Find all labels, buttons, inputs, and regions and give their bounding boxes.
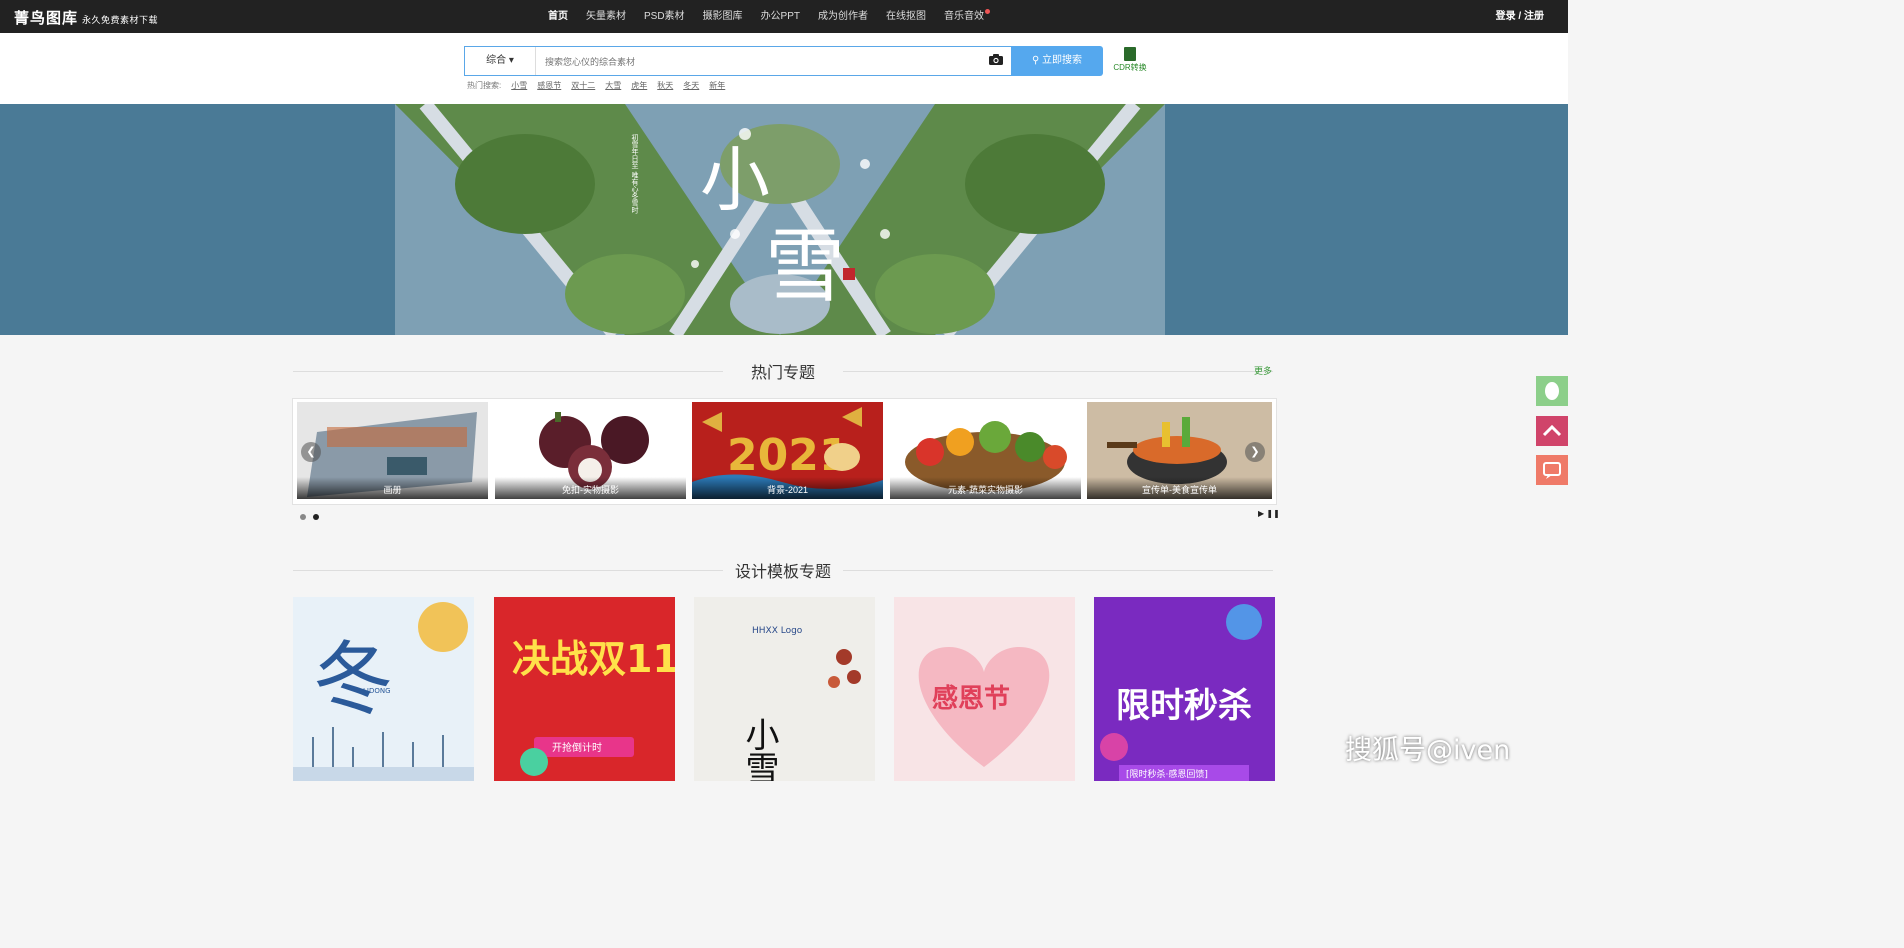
nav-creator[interactable]: 成为创作者 — [818, 0, 868, 33]
nav-vector[interactable]: 矢量素材 — [586, 0, 626, 33]
carousel-controls: ▶ ❚❚ — [1258, 509, 1280, 518]
template-subtitle: [限时秒杀·感恩回馈] — [1126, 768, 1208, 780]
hero-banner[interactable]: 小 雪 初雪年日至 唯有心冬雪时 — [0, 104, 1568, 335]
template-card[interactable]: 感恩节 — [894, 597, 1075, 781]
pause-icon[interactable]: ❚❚ — [1266, 509, 1279, 518]
watermark: 搜狐号@iven — [1345, 735, 1511, 766]
template-title: 冬 — [313, 633, 393, 726]
back-to-top-button[interactable] — [1536, 416, 1568, 446]
camera-icon[interactable] — [989, 54, 1003, 65]
topic-card[interactable]: 免扣-实物摄影 — [495, 402, 686, 499]
hot-keyword[interactable]: 感恩节 — [537, 80, 561, 91]
notification-dot — [985, 9, 991, 14]
banner-poem: 初雪年日至 唯有心冬雪时 — [631, 133, 639, 213]
template-title: 限时秒杀 — [1116, 686, 1252, 726]
topic-card[interactable]: 元素-蔬菜实物摄影 — [890, 402, 1081, 499]
hot-keyword[interactable]: 虎年 — [631, 80, 647, 91]
search-button[interactable]: ⚲ 立即搜索 — [1011, 46, 1103, 76]
search-icon: ⚲ — [1031, 55, 1040, 66]
top-navbar: 菁鸟图库 永久免费素材下载 首页 矢量素材 PSD素材 摄影图库 办公PPT 成为… — [0, 0, 1568, 33]
cdr-convert-button[interactable]: CDR转换 — [1112, 47, 1148, 73]
logo-subtitle: 永久免费素材下载 — [82, 16, 159, 26]
template-image: HHXX Logo 小雪 — [694, 597, 875, 781]
cdr-label: CDR转换 — [1113, 63, 1147, 72]
hot-keyword[interactable]: 大雪 — [605, 80, 621, 91]
chevron-up-icon — [1542, 424, 1562, 437]
logo-text: 菁鸟图库 — [14, 9, 79, 27]
template-card[interactable]: HHXX Logo 小雪 — [694, 597, 875, 781]
topic-caption: 元素-蔬菜实物摄影 — [890, 477, 1081, 499]
template-subtitle: LIDONG — [363, 687, 391, 695]
template-subtitle: HHXX Logo — [752, 626, 803, 636]
hot-keyword[interactable]: 秋天 — [657, 80, 673, 91]
carousel-dot[interactable] — [300, 514, 306, 520]
qq-service-button[interactable] — [1536, 376, 1568, 406]
topic-caption: 画册 — [297, 477, 488, 499]
hot-topics-carousel: 画册 免扣-实物摄影 2021 背景-2021 元素-蔬菜实物摄影 宣传单-美食… — [292, 398, 1277, 505]
hot-keyword[interactable]: 冬天 — [683, 80, 699, 91]
cdr-icon — [1124, 47, 1136, 61]
feedback-button[interactable] — [1536, 455, 1568, 485]
site-logo[interactable]: 菁鸟图库 永久免费素材下载 — [14, 7, 158, 28]
search-area: 综合 ▾ ⚲ 立即搜索 CDR转换 热门搜索: 小雪 感恩节 双十二 大雪 虎年… — [0, 33, 1568, 104]
template-image: 限时秒杀 [限时秒杀·感恩回馈] — [1094, 597, 1275, 781]
topic-card[interactable]: 画册 — [297, 402, 488, 499]
template-image: 冬 LIDONG — [293, 597, 474, 781]
template-title: 感恩节 — [932, 684, 1010, 714]
banner-char-2: 雪 — [765, 220, 845, 313]
main-nav: 首页 矢量素材 PSD素材 摄影图库 办公PPT 成为创作者 在线抠图 音乐音效 — [548, 0, 1002, 33]
carousel-next-button[interactable]: ❯ — [1245, 442, 1265, 462]
template-image: 决战双11 开抢倒计时 — [494, 597, 675, 781]
topic-caption: 宣传单-美食宣传单 — [1087, 477, 1272, 499]
login-register-link[interactable]: 登录 / 注册 — [1496, 0, 1544, 33]
nav-cutout[interactable]: 在线抠图 — [886, 0, 926, 33]
nav-home[interactable]: 首页 — [548, 0, 568, 33]
template-image: 感恩节 — [894, 597, 1075, 781]
hot-topics-title: 热门专题 — [293, 359, 1273, 383]
template-topics-title: 设计模板专题 — [293, 558, 1273, 582]
hot-searches: 热门搜索: 小雪 感恩节 双十二 大雪 虎年 秋天 冬天 新年 — [467, 80, 725, 91]
nav-music[interactable]: 音乐音效 — [944, 0, 991, 33]
nav-psd[interactable]: PSD素材 — [644, 0, 685, 33]
search-box: 综合 ▾ — [464, 46, 1012, 76]
hot-keyword[interactable]: 新年 — [709, 80, 725, 91]
banner-char-1: 小 — [700, 139, 770, 221]
carousel-dot[interactable] — [313, 514, 319, 520]
qq-icon — [1545, 382, 1559, 400]
chevron-right-icon: ❯ — [1250, 446, 1260, 458]
search-button-label: 立即搜索 — [1042, 55, 1083, 66]
nav-ppt[interactable]: 办公PPT — [761, 0, 800, 33]
nav-music-label: 音乐音效 — [944, 11, 985, 22]
search-category-select[interactable]: 综合 ▾ — [465, 47, 536, 75]
nav-photo[interactable]: 摄影图库 — [703, 0, 743, 33]
template-subtitle: 开抢倒计时 — [552, 741, 602, 754]
chat-icon — [1543, 462, 1561, 479]
banner-image: 小 雪 初雪年日至 唯有心冬雪时 — [395, 104, 1165, 335]
carousel-prev-button[interactable]: ❮ — [301, 442, 321, 462]
topic-card[interactable]: 2021 背景-2021 — [692, 402, 883, 499]
chevron-left-icon: ❮ — [306, 446, 316, 458]
play-icon[interactable]: ▶ — [1258, 509, 1264, 518]
template-card[interactable]: 决战双11 开抢倒计时 — [494, 597, 675, 781]
carousel-pagination — [300, 514, 326, 520]
template-card[interactable]: 冬 LIDONG — [293, 597, 474, 781]
template-title: 小雪 — [739, 717, 779, 781]
search-input[interactable] — [543, 52, 977, 72]
hot-search-label: 热门搜索: — [467, 81, 502, 90]
hot-keyword[interactable]: 小雪 — [511, 80, 527, 91]
template-card[interactable]: 限时秒杀 [限时秒杀·感恩回馈] — [1094, 597, 1275, 781]
hot-keyword[interactable]: 双十二 — [571, 80, 595, 91]
more-link[interactable]: 更多 — [1254, 364, 1272, 377]
template-title: 决战双11 — [512, 637, 675, 681]
topic-caption: 免扣-实物摄影 — [495, 477, 686, 499]
topic-caption: 背景-2021 — [692, 477, 883, 499]
